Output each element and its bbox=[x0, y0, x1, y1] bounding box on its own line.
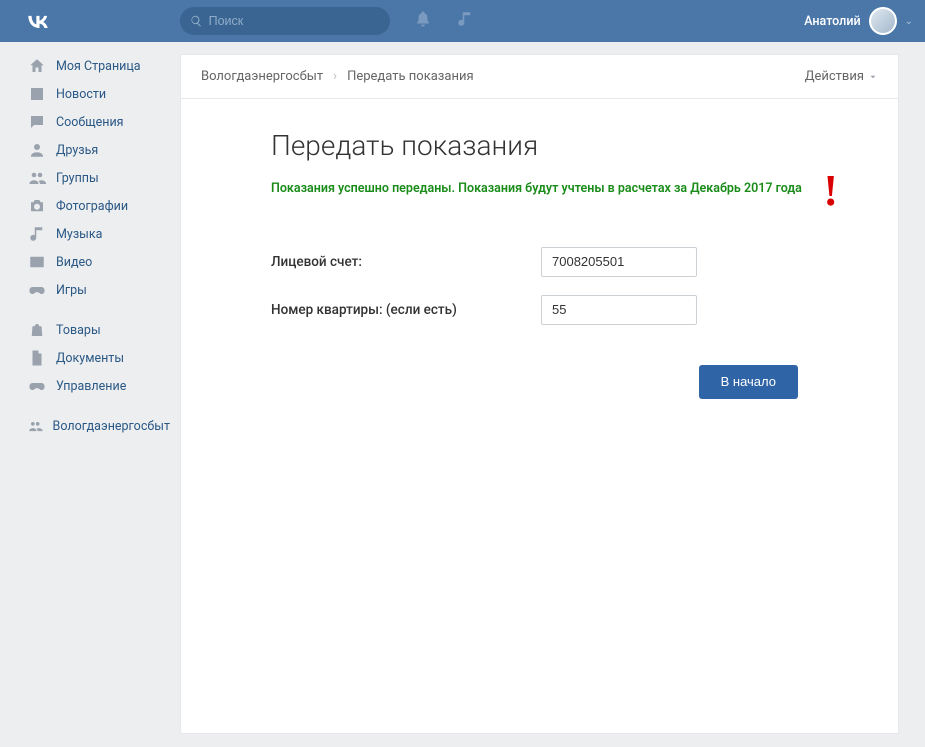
bell-icon[interactable] bbox=[414, 10, 432, 32]
username: Анатолий bbox=[804, 14, 860, 29]
doc-icon bbox=[28, 349, 46, 367]
sidebar-item-label: Вологдаэнергосбыт bbox=[53, 419, 170, 434]
sidebar-item-vologda[interactable]: Вологдаэнергосбыт bbox=[0, 412, 180, 440]
main-panel: Вологдаэнергосбыт › Передать показания Д… bbox=[180, 54, 899, 734]
music-note-icon bbox=[28, 225, 46, 243]
search-input[interactable] bbox=[209, 14, 380, 28]
sidebar-item-label: Музыка bbox=[56, 227, 102, 242]
vk-logo-icon[interactable] bbox=[24, 7, 52, 35]
sidebar-item-my-page[interactable]: Моя Страница bbox=[0, 52, 180, 80]
search-box[interactable] bbox=[180, 7, 390, 35]
gamepad-icon bbox=[28, 281, 46, 299]
sidebar-item-label: Фотографии bbox=[56, 199, 128, 214]
panel-header: Вологдаэнергосбыт › Передать показания Д… bbox=[181, 55, 898, 99]
sidebar-item-music[interactable]: Музыка bbox=[0, 220, 180, 248]
music-icon[interactable] bbox=[456, 10, 474, 32]
sidebar-item-label: Моя Страница bbox=[56, 59, 141, 74]
users-icon bbox=[28, 417, 43, 435]
exclamation-icon: ! bbox=[823, 176, 838, 207]
camera-icon bbox=[28, 197, 46, 215]
sidebar-item-news[interactable]: Новости bbox=[0, 80, 180, 108]
panel-content: Передать показания Показания успешно пер… bbox=[181, 99, 898, 429]
sidebar-item-label: Товары bbox=[56, 323, 101, 338]
message-icon bbox=[28, 113, 46, 131]
account-input[interactable] bbox=[541, 247, 697, 277]
sidebar: Моя Страница Новости Сообщения Друзья Гр… bbox=[0, 42, 180, 734]
chevron-down-icon: ⌄ bbox=[905, 16, 913, 27]
sidebar-item-label: Игры bbox=[56, 283, 87, 298]
sidebar-item-label: Новости bbox=[56, 87, 106, 102]
sidebar-item-label: Документы bbox=[56, 351, 124, 366]
actions-label: Действия bbox=[805, 69, 864, 84]
video-icon bbox=[28, 253, 46, 271]
account-label: Лицевой счет: bbox=[271, 254, 541, 270]
home-icon bbox=[28, 57, 46, 75]
form: Лицевой счет: Номер квартиры: (если есть… bbox=[271, 247, 838, 325]
sidebar-item-label: Сообщения bbox=[56, 115, 124, 130]
topbar: Анатолий ⌄ bbox=[0, 0, 925, 42]
chevron-down-icon bbox=[868, 72, 878, 82]
actions-dropdown[interactable]: Действия bbox=[805, 69, 878, 84]
breadcrumb-separator: › bbox=[333, 69, 337, 84]
search-icon bbox=[190, 14, 203, 28]
page-title: Передать показания bbox=[271, 129, 838, 162]
user-menu[interactable]: Анатолий ⌄ bbox=[804, 7, 913, 35]
sidebar-item-video[interactable]: Видео bbox=[0, 248, 180, 276]
sidebar-item-games[interactable]: Игры bbox=[0, 276, 180, 304]
user-icon bbox=[28, 141, 46, 159]
sidebar-item-manage[interactable]: Управление bbox=[0, 372, 180, 400]
gamepad-icon bbox=[28, 377, 46, 395]
sidebar-item-market[interactable]: Товары bbox=[0, 316, 180, 344]
bag-icon bbox=[28, 321, 46, 339]
sidebar-item-label: Друзья bbox=[56, 143, 98, 158]
sidebar-item-label: Группы bbox=[56, 171, 99, 186]
apartment-label: Номер квартиры: (если есть) bbox=[271, 302, 541, 318]
to-start-button[interactable]: В начало bbox=[699, 365, 798, 399]
sidebar-item-groups[interactable]: Группы bbox=[0, 164, 180, 192]
breadcrumb-page: Передать показания bbox=[347, 69, 474, 84]
sidebar-item-docs[interactable]: Документы bbox=[0, 344, 180, 372]
breadcrumb-app[interactable]: Вологдаэнергосбыт bbox=[201, 69, 323, 84]
sidebar-item-messages[interactable]: Сообщения bbox=[0, 108, 180, 136]
avatar bbox=[869, 7, 897, 35]
sidebar-item-photos[interactable]: Фотографии bbox=[0, 192, 180, 220]
topbar-icons bbox=[414, 10, 474, 32]
success-message: Показания успешно переданы. Показания бу… bbox=[271, 180, 809, 198]
sidebar-item-friends[interactable]: Друзья bbox=[0, 136, 180, 164]
users-icon bbox=[28, 169, 46, 187]
sidebar-item-label: Видео bbox=[56, 255, 92, 270]
apartment-input[interactable] bbox=[541, 295, 697, 325]
sidebar-item-label: Управление bbox=[56, 379, 126, 394]
newspaper-icon bbox=[28, 85, 46, 103]
